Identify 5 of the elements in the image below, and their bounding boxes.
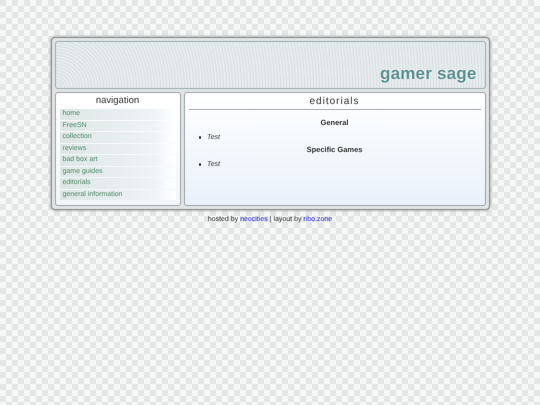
content-title: editorials: [188, 96, 480, 110]
navigation-title: navigation: [94, 95, 140, 106]
bullet-icon: [198, 136, 201, 139]
bullet-icon: [198, 163, 201, 166]
site-logo: gamer sage: [380, 64, 476, 84]
